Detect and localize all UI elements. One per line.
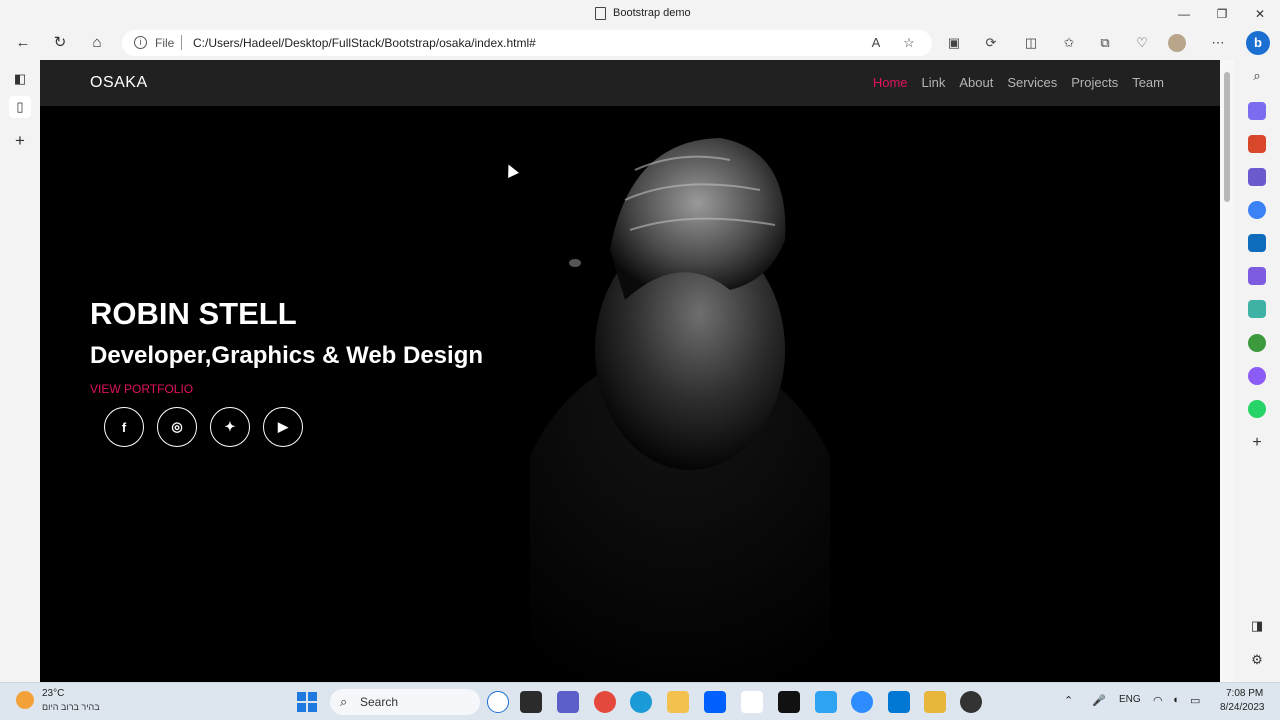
menu-item-team[interactable]: Team (1132, 75, 1164, 90)
info-icon[interactable]: i (134, 36, 147, 49)
menu-item-about[interactable]: About (959, 75, 993, 90)
language-indicator[interactable]: ENG (1119, 694, 1141, 705)
web-page: OSAKA Home Link About Services Projects … (40, 60, 1220, 682)
twitter-icon[interactable]: ✦ (210, 407, 250, 447)
games-icon[interactable] (1248, 168, 1266, 186)
instagram-icon[interactable]: ◎ (157, 407, 197, 447)
active-tab-icon[interactable]: ▯ (9, 96, 31, 118)
skype-icon[interactable] (815, 691, 837, 713)
copilot-icon[interactable]: b (1246, 31, 1270, 55)
browser-essentials-icon[interactable]: ♡ (1131, 33, 1153, 53)
shopping-icon[interactable] (1248, 102, 1266, 120)
zoom-icon[interactable] (851, 691, 873, 713)
collections-icon[interactable]: ⧉ (1094, 33, 1116, 53)
page-scrollbar[interactable] (1220, 60, 1234, 682)
hero-portrait-image (530, 138, 830, 682)
taskbar-search[interactable]: ⌕ Search (330, 689, 480, 715)
scrollbar-thumb[interactable] (1224, 72, 1230, 202)
hide-sidebar-icon[interactable]: ◨ (1248, 618, 1266, 636)
site-menu: Home Link About Services Projects Team (873, 75, 1164, 90)
immersive-reader-icon[interactable]: ▣ (943, 33, 965, 53)
vertical-tabs-strip: ◧ ▯ + (0, 58, 40, 682)
microphone-icon[interactable]: 🎤 (1092, 694, 1106, 707)
tools-icon[interactable] (1248, 135, 1266, 153)
start-button[interactable] (297, 692, 317, 712)
messenger-icon[interactable] (1248, 367, 1266, 385)
drop-icon[interactable] (1248, 300, 1266, 318)
vscode-icon[interactable] (888, 691, 910, 713)
obs-icon[interactable] (960, 691, 982, 713)
facebook-icon[interactable]: f (104, 407, 144, 447)
document-icon (595, 7, 606, 20)
url-text[interactable]: C:/Users/Hadeel/Desktop/FullStack/Bootst… (193, 36, 536, 50)
more-icon[interactable]: ⋯ (1207, 33, 1229, 53)
site-brand[interactable]: OSAKA (90, 74, 148, 92)
chrome-icon[interactable] (594, 691, 616, 713)
back-icon[interactable]: ← (11, 32, 35, 54)
show-hidden-icons-icon[interactable]: ⌃ (1064, 694, 1073, 707)
clock-time[interactable]: 7:08 PM (1226, 688, 1263, 699)
new-tab-icon[interactable]: + (9, 130, 31, 152)
address-bar[interactable]: i File C:/Users/Hadeel/Desktop/FullStack… (122, 30, 932, 56)
copilot-taskbar-icon[interactable] (487, 691, 509, 713)
task-view-icon[interactable] (520, 691, 542, 713)
read-aloud-icon[interactable]: A (865, 33, 887, 53)
clock-date[interactable]: 8/24/2023 (1220, 702, 1265, 713)
netflix-icon[interactable] (778, 691, 800, 713)
search-label: Search (360, 695, 399, 709)
hero-name: ROBIN STELL (90, 296, 297, 331)
weather-temperature[interactable]: 23°C (42, 688, 64, 699)
extensions-icon[interactable]: ⟳ (980, 33, 1002, 53)
weather-sun-icon[interactable] (16, 691, 34, 709)
site-navbar: OSAKA Home Link About Services Projects … (40, 60, 1220, 106)
wifi-icon[interactable]: ◠ (1153, 694, 1163, 707)
tree-icon[interactable] (1248, 334, 1266, 352)
title-bar: Bootstrap demo — ❐ ✕ (0, 0, 1280, 28)
favorite-star-icon[interactable]: ☆ (898, 33, 920, 53)
search-icon[interactable]: ⌕ (1248, 68, 1266, 86)
home-icon[interactable]: ⌂ (85, 32, 109, 54)
teams-icon[interactable] (557, 691, 579, 713)
file-label: File (155, 36, 175, 50)
menu-item-link[interactable]: Link (922, 75, 946, 90)
menu-item-services[interactable]: Services (1007, 75, 1057, 90)
weather-description[interactable]: בהיר ברוב היום (42, 702, 100, 712)
edge-icon[interactable] (630, 691, 652, 713)
social-links: f ◎ ✦ ▶ (104, 407, 303, 447)
browser-toolbar: ← ↻ ⌂ i File C:/Users/Hadeel/Desktop/Ful… (0, 28, 1280, 58)
menu-item-home[interactable]: Home (873, 75, 908, 90)
maximize-button[interactable]: ❐ (1208, 4, 1236, 24)
refresh-icon[interactable]: ↻ (48, 32, 72, 54)
tab-actions-icon[interactable]: ◧ (9, 68, 31, 90)
profile-avatar[interactable] (1168, 34, 1186, 52)
git-icon[interactable] (924, 691, 946, 713)
amazon-icon[interactable] (741, 691, 763, 713)
youtube-icon[interactable]: ▶ (263, 407, 303, 447)
hero-role: Developer,Graphics & Web Design (90, 342, 484, 369)
view-portfolio-link[interactable]: VIEW PORTFOLIO (90, 382, 193, 396)
add-sidebar-app-icon[interactable]: + (1248, 434, 1266, 452)
whatsapp-icon[interactable] (1248, 400, 1266, 418)
close-button[interactable]: ✕ (1246, 4, 1274, 24)
designer-icon[interactable] (1248, 267, 1266, 285)
minimize-button[interactable]: — (1170, 4, 1198, 24)
url-separator (181, 35, 182, 50)
file-explorer-icon[interactable] (667, 691, 689, 713)
battery-icon[interactable]: ▭ (1190, 694, 1200, 707)
menu-item-projects[interactable]: Projects (1071, 75, 1118, 90)
favorites-icon[interactable]: ✩ (1058, 33, 1080, 53)
microsoft-365-icon[interactable] (1248, 201, 1266, 219)
dropbox-icon[interactable] (704, 691, 726, 713)
window-title: Bootstrap demo (613, 7, 691, 19)
windows-taskbar: 23°C בהיר ברוב היום ⌕ Search ⌃ 🎤 ENG ◠ ◖… (0, 682, 1280, 720)
outlook-icon[interactable] (1248, 234, 1266, 252)
search-icon: ⌕ (340, 694, 348, 709)
edge-sidebar: ⌕ + ◨ ⚙ (1234, 58, 1280, 682)
settings-gear-icon[interactable]: ⚙ (1248, 652, 1266, 670)
split-screen-icon[interactable]: ◫ (1020, 33, 1042, 53)
volume-icon[interactable]: ◖ (1172, 694, 1179, 706)
